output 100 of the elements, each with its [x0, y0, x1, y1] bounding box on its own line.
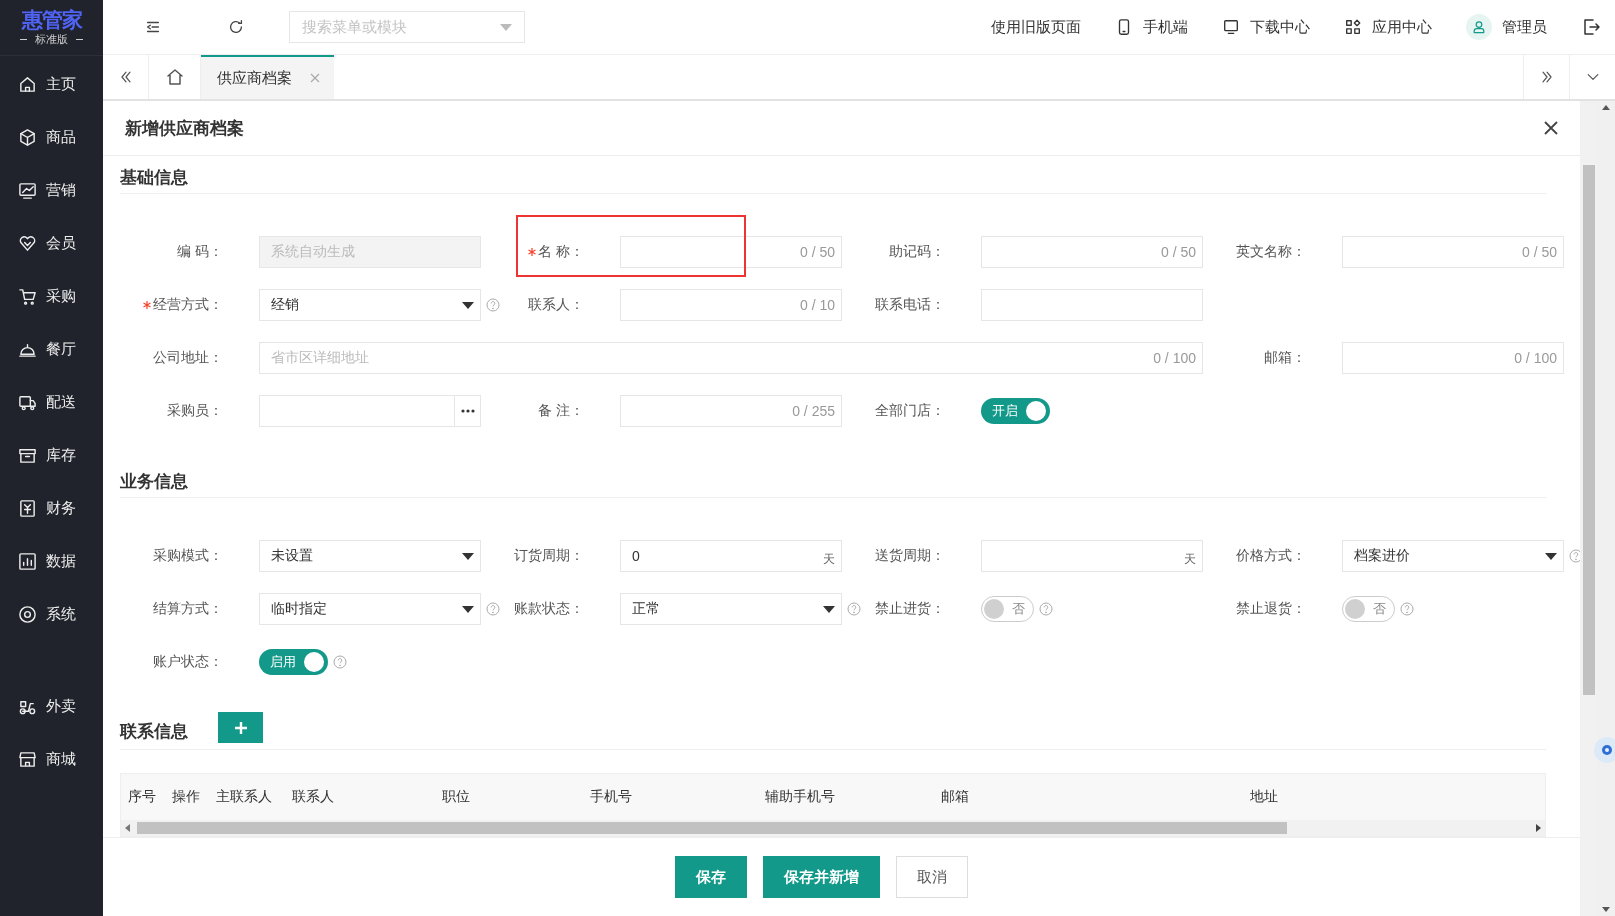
home-icon — [164, 67, 185, 87]
truck-icon — [18, 393, 37, 412]
char-counter: 0 / 100 — [1153, 350, 1196, 366]
arrow-left-icon[interactable] — [125, 824, 130, 832]
save-button[interactable]: 保存 — [675, 856, 747, 898]
input-field[interactable]: 天 — [981, 540, 1203, 572]
help-icon[interactable] — [1039, 602, 1053, 616]
select-field[interactable]: 未设置 — [259, 540, 481, 572]
select-field[interactable]: 档案进价 — [1342, 540, 1564, 572]
field-label: 备 注： — [537, 401, 585, 420]
toggle-switch[interactable]: 否 — [981, 596, 1034, 622]
lookup-field[interactable] — [259, 395, 481, 427]
char-counter: 0 / 50 — [799, 244, 835, 260]
help-icon[interactable] — [486, 602, 500, 616]
field-label: 账款状态： — [513, 599, 585, 618]
user-icon — [1471, 19, 1487, 35]
help-icon[interactable] — [847, 602, 861, 616]
header-link[interactable]: 下载中心 — [1222, 17, 1310, 37]
sidebar-item[interactable]: 配送 — [0, 376, 103, 429]
caret-icon — [1545, 552, 1557, 560]
user-menu[interactable]: 管理员 — [1466, 14, 1547, 40]
refresh-icon — [227, 18, 245, 36]
save-button[interactable]: 保存并新增 — [763, 856, 880, 898]
select-field[interactable]: 经销 — [259, 289, 481, 321]
field-label: 英文名称： — [1235, 242, 1307, 261]
sidebar-item[interactable]: 外卖 — [0, 680, 103, 733]
field-label: 结算方式： — [152, 599, 224, 618]
home-icon — [18, 75, 37, 94]
sidebar-item[interactable]: 商城 — [0, 733, 103, 786]
cart-icon — [18, 287, 37, 306]
arrow-up-icon[interactable] — [1602, 105, 1610, 110]
sidebar-item[interactable]: 采购 — [0, 270, 103, 323]
sidebar-item[interactable]: 主页 — [0, 58, 103, 111]
field-label: 名 称： — [503, 236, 620, 268]
plus-icon — [233, 720, 248, 735]
sidebar-item[interactable]: 商品 — [0, 111, 103, 164]
field-label: 禁止退货： — [1235, 599, 1307, 618]
help-icon[interactable] — [486, 298, 500, 312]
caret-icon — [500, 23, 512, 31]
column-header: 手机号 — [589, 788, 633, 806]
char-counter: 0 / 50 — [1160, 244, 1196, 260]
char-counter: 0 / 10 — [799, 297, 835, 313]
cube-icon — [18, 128, 37, 147]
sidebar-item[interactable]: 营销 — [0, 164, 103, 217]
field-label: 订货周期： — [513, 546, 585, 565]
help-icon[interactable] — [1400, 602, 1414, 616]
sidebar-item[interactable]: 餐厅 — [0, 323, 103, 376]
vertical-scrollbar[interactable] — [1580, 101, 1597, 916]
caret-icon — [823, 605, 835, 613]
sidebar-item[interactable]: 数据 — [0, 535, 103, 588]
toggle-switch[interactable]: 否 — [1342, 596, 1395, 622]
field-label: 账户状态： — [152, 652, 224, 671]
page-scrollbar[interactable] — [1597, 101, 1615, 916]
bar-chart-icon — [18, 552, 37, 571]
shop-icon — [18, 750, 37, 769]
select-field[interactable]: 正常 — [620, 593, 842, 625]
input-field[interactable] — [981, 289, 1203, 321]
field-label: 联系电话： — [874, 295, 946, 314]
field-label: 采购员： — [166, 401, 224, 420]
select-field[interactable]: 临时指定 — [259, 593, 481, 625]
field-label: 价格方式： — [1235, 546, 1307, 565]
help-icon[interactable] — [333, 655, 347, 669]
unit-label: 天 — [823, 550, 835, 568]
monitor-icon — [1222, 18, 1240, 36]
horizontal-scrollbar[interactable] — [121, 820, 1545, 836]
edition-label: 标准版 — [35, 32, 68, 47]
header-link[interactable]: 手机端 — [1115, 17, 1188, 37]
sidebar-item[interactable]: 系统 — [0, 588, 103, 641]
toggle-switch[interactable]: 开启 — [981, 398, 1050, 424]
field-label: 送货周期： — [874, 546, 946, 565]
field-label: 经营方式： — [142, 289, 259, 321]
section-title: 业务信息 — [120, 471, 188, 493]
old-page-link[interactable]: 使用旧版页面 — [991, 17, 1081, 37]
field-label: 全部门店： — [874, 401, 946, 420]
field-label: 禁止进货： — [874, 599, 946, 618]
close-icon[interactable] — [1544, 121, 1558, 135]
input-field[interactable]: 0 天 — [620, 540, 842, 572]
logout-icon — [1581, 17, 1601, 37]
sidebar-item[interactable]: 财务 — [0, 482, 103, 535]
help-icon[interactable] — [1569, 549, 1580, 563]
arrow-right-icon[interactable] — [1536, 824, 1541, 832]
box-icon — [18, 446, 37, 465]
caret-icon — [462, 552, 474, 560]
arrow-down-icon[interactable] — [1602, 907, 1610, 912]
column-header: 联系人 — [291, 788, 335, 806]
field-label: 公司地址： — [152, 348, 224, 367]
header-link[interactable]: 应用中心 — [1344, 17, 1432, 37]
toggle-switch[interactable]: 启用 — [259, 649, 328, 675]
sidebar-item[interactable]: 会员 — [0, 217, 103, 270]
tab[interactable]: 供应商档案 — [201, 55, 334, 99]
char-counter: 0 / 255 — [792, 403, 835, 419]
field-label: 编 码： — [176, 242, 224, 261]
unit-label: 天 — [1184, 550, 1196, 568]
column-header: 职位 — [441, 788, 471, 806]
sidebar-item[interactable]: 库存 — [0, 429, 103, 482]
cancel-button[interactable]: 取消 — [896, 856, 968, 898]
column-header: 操作 — [171, 788, 201, 806]
column-header: 主联系人 — [215, 788, 273, 806]
char-counter: 0 / 50 — [1521, 244, 1557, 260]
add-button[interactable] — [218, 712, 263, 743]
